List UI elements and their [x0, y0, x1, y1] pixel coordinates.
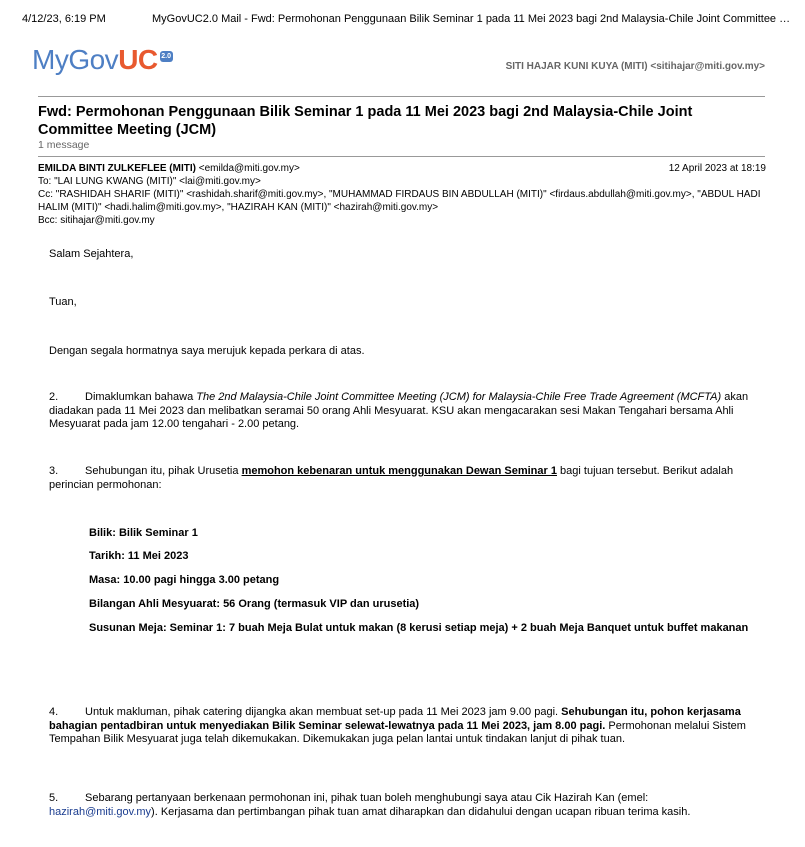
paragraph-number: 3. [49, 465, 59, 477]
detail-room: Bilik: Bilik Seminar 1 [89, 527, 198, 539]
paragraph-number: 4. [49, 706, 59, 718]
bcc-line: Bcc: sitihajar@miti.gov.my [38, 215, 155, 226]
contact-email-link[interactable]: hazirah@miti.gov.my [49, 806, 151, 818]
detail-time: Masa: 10.00 pagi hingga 3.00 petang [89, 574, 280, 586]
message-count: 1 message [38, 139, 90, 151]
logo-text-mygov: MyGov [32, 44, 119, 75]
divider [38, 96, 765, 97]
logo-version-badge: 2.0 [159, 51, 173, 62]
print-date: 4/12/23, 6:19 PM [22, 13, 106, 25]
request-highlight: memohon kebenaran untuk menggunakan Dewa… [241, 465, 557, 477]
sender-name: EMILDA BINTI ZULKEFLEE (MITI) [38, 163, 196, 174]
message-date: 12 April 2023 at 18:19 [668, 163, 766, 174]
email-subject: Fwd: Permohonan Penggunaan Bilik Seminar… [38, 104, 693, 138]
cc-line: Cc: "RASHIDAH SHARIF (MITI)" <rashidah.s… [38, 189, 761, 213]
paragraph-4: 4. Untuk makluman, pihak catering dijangk… [49, 706, 746, 745]
paragraph-number: 2. [49, 391, 59, 403]
greeting: Salam Sejahtera, [49, 248, 134, 260]
detail-table-arrangement: Susunan Meja: Seminar 1: 7 buah Meja Bul… [89, 622, 749, 634]
sender-email: <emilda@miti.gov.my> [198, 163, 300, 174]
meeting-title: The 2nd Malaysia-Chile Joint Committee M… [196, 391, 722, 403]
paragraph-5: 5. Sebarang pertanyaan berkenaan permohon… [49, 792, 691, 818]
detail-attendees: Bilangan Ahli Mesyuarat: 56 Orang (terma… [89, 598, 420, 610]
sender[interactable]: EMILDA BINTI ZULKEFLEE (MITI) <emilda@mi… [38, 162, 768, 175]
paragraph-2: 2. Dimaklumkan bahawa The 2nd Malaysia-Ch… [49, 391, 749, 430]
account-user: SITI HAJAR KUNI KUYA (MITI) <sitihajar@m… [505, 61, 765, 72]
logo-text-uc: UC [118, 44, 158, 75]
detail-date: Tarikh: 11 Mei 2023 [89, 550, 189, 562]
to-line: To: "LAI LUNG KWANG (MITI)" <lai@miti.go… [38, 176, 261, 187]
intro-paragraph: Dengan segala hormatnya saya merujuk kep… [49, 345, 365, 357]
print-header: 4/12/23, 6:19 PM MyGovUC2.0 Mail - Fwd: … [22, 13, 795, 25]
paragraph-number: 5. [49, 792, 59, 804]
salutation: Tuan, [49, 296, 77, 308]
message-header: EMILDA BINTI ZULKEFLEE (MITI) <emilda@mi… [38, 162, 768, 227]
paragraph-3: 3. Sehubungan itu, pihak Urusetia memohon… [49, 465, 734, 491]
print-title: MyGovUC2.0 Mail - Fwd: Permohonan Penggu… [152, 13, 791, 25]
divider [38, 156, 765, 157]
mygovuc-logo[interactable]: MyGov UC 2.0 [32, 44, 173, 76]
